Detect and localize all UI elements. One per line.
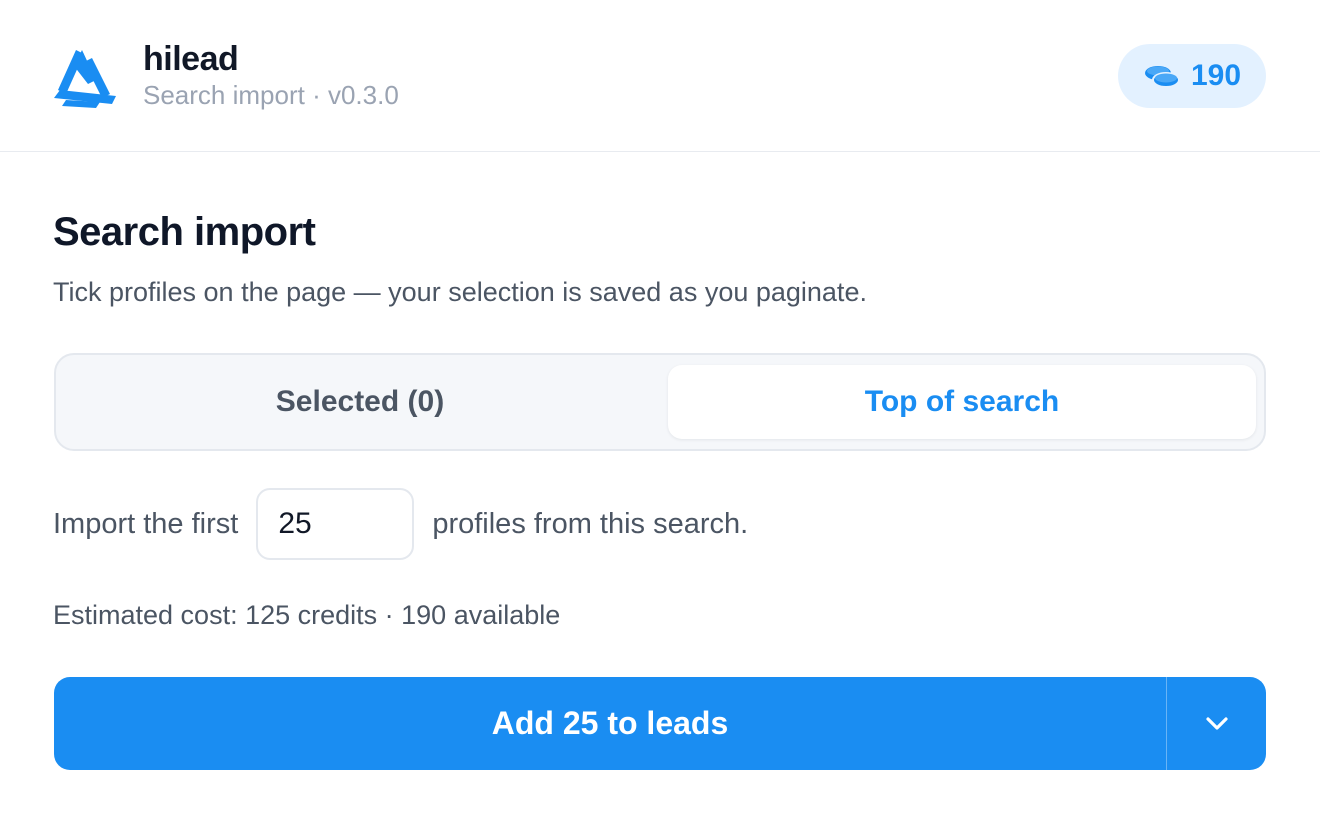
hilead-logo-icon <box>54 50 116 108</box>
tab-top-of-search[interactable]: Top of search <box>668 365 1256 439</box>
credits-badge[interactable]: 190 <box>1118 44 1266 108</box>
credits-count: 190 <box>1190 59 1242 92</box>
estimated-cost-text: Estimated cost: 125 credits · 190 availa… <box>53 600 561 630</box>
popup-page: hilead Search import · v0.3.0 190 Search… <box>0 0 1320 816</box>
tab-selected[interactable]: Selected (0) <box>66 365 654 439</box>
mode-segmented-control: Selected (0) Top of search <box>54 353 1266 451</box>
import-count-input[interactable] <box>256 488 415 560</box>
page-description: Tick profiles on the page — your selecti… <box>53 277 867 307</box>
coins-icon <box>1144 66 1180 88</box>
brand-name: hilead <box>143 40 239 78</box>
import-count-row: Import the first profiles from this sear… <box>53 488 748 560</box>
import-prefix-label: Import the first <box>53 507 239 540</box>
header: hilead Search import · v0.3.0 190 <box>0 0 1320 152</box>
chevron-down-icon <box>1205 716 1228 730</box>
add-to-leads-split-button: Add 25 to leads <box>54 677 1266 770</box>
add-to-leads-button[interactable]: Add 25 to leads <box>54 677 1166 770</box>
add-options-dropdown-button[interactable] <box>1167 677 1266 770</box>
import-suffix-label: profiles from this search. <box>432 507 749 540</box>
page-title: Search import <box>53 210 316 254</box>
app-subtitle: Search import · v0.3.0 <box>143 80 399 110</box>
